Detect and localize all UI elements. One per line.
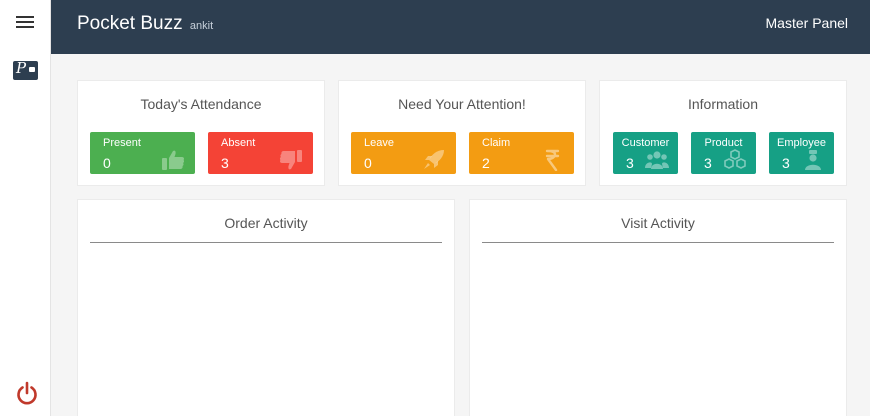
product-tile[interactable]: Product 3	[691, 132, 756, 174]
visit-activity-divider	[482, 242, 834, 243]
sidebar: P	[0, 0, 51, 416]
present-value: 0	[103, 155, 111, 171]
employee-tile[interactable]: Employee 3	[769, 132, 834, 174]
customer-value: 3	[626, 155, 634, 171]
users-icon	[645, 151, 669, 169]
top-bar: Pocket Buzz ankit Master Panel	[51, 0, 870, 54]
master-panel-label[interactable]: Master Panel	[766, 15, 848, 31]
order-activity-title: Order Activity	[224, 215, 308, 231]
power-icon[interactable]	[16, 381, 38, 405]
present-tile[interactable]: Present 0	[90, 132, 195, 174]
employee-label: Employee	[777, 137, 826, 149]
visit-activity-card: Visit Activity	[469, 199, 847, 416]
order-activity-card: Order Activity	[77, 199, 455, 416]
attendance-title: Today's Attendance	[140, 96, 262, 112]
product-value: 3	[704, 155, 712, 171]
employee-icon	[805, 150, 821, 170]
order-activity-divider	[90, 242, 442, 243]
attention-card: Need Your Attention! Leave 0 Claim 2	[338, 80, 586, 186]
attention-title: Need Your Attention!	[398, 96, 526, 112]
present-label: Present	[103, 137, 141, 149]
cubes-icon	[724, 149, 746, 169]
app-brand[interactable]: Pocket Buzz ankit	[77, 13, 213, 35]
customer-tile[interactable]: Customer 3	[613, 132, 678, 174]
menu-icon[interactable]	[16, 16, 34, 28]
user-name: ankit	[189, 20, 214, 32]
claim-value: 2	[482, 155, 490, 171]
rocket-icon	[424, 150, 444, 169]
pocket-logo-icon[interactable]: P	[13, 59, 38, 80]
product-label: Product	[704, 137, 743, 149]
information-title: Information	[687, 96, 759, 112]
leave-tile[interactable]: Leave 0	[351, 132, 456, 174]
leave-value: 0	[364, 155, 372, 171]
absent-tile[interactable]: Absent 3	[208, 132, 313, 174]
thumbs-up-icon	[162, 150, 185, 170]
app-title: Pocket Buzz	[77, 13, 183, 34]
information-card: Information Customer 3 Product 3 Employe…	[599, 80, 847, 186]
visit-activity-title: Visit Activity	[621, 215, 695, 231]
rupee-icon	[545, 149, 560, 171]
employee-value: 3	[782, 155, 790, 171]
absent-label: Absent	[221, 137, 256, 149]
attendance-card: Today's Attendance Present 0 Absent 3	[77, 80, 325, 186]
absent-value: 3	[221, 155, 229, 171]
claim-label: Claim	[482, 137, 511, 149]
customer-label: Customer	[621, 137, 670, 149]
thumbs-down-icon	[279, 150, 302, 170]
leave-label: Leave	[364, 137, 394, 149]
claim-tile[interactable]: Claim 2	[469, 132, 574, 174]
